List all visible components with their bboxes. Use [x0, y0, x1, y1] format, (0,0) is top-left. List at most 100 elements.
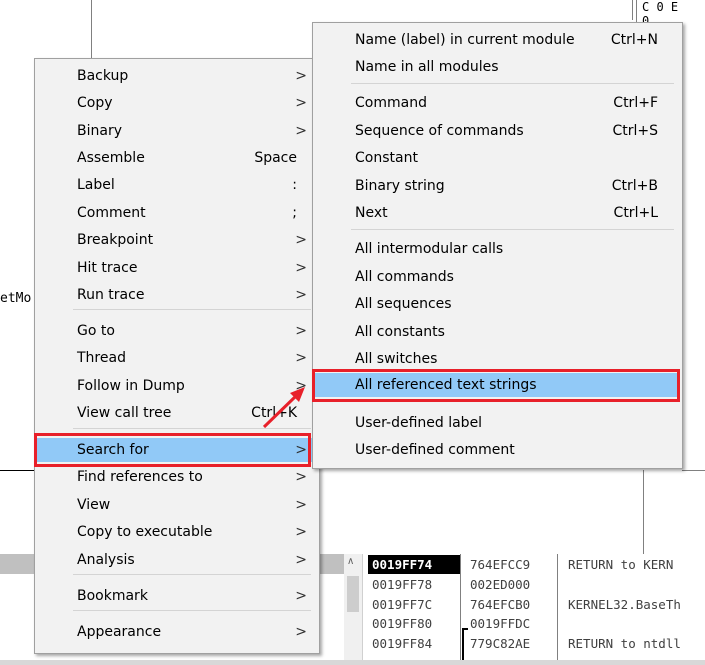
chevron-right-icon: >: [295, 95, 307, 111]
stack-row[interactable]: 0019FF78 002ED000: [368, 575, 568, 594]
bottom-border: [0, 660, 705, 665]
submenu-item-label: Binary string: [355, 178, 445, 194]
submenu-item-next[interactable]: Next Ctrl+L: [315, 201, 680, 225]
menu-item-label: Run trace: [77, 287, 145, 303]
menu-item-appearance[interactable]: Appearance >: [37, 620, 317, 644]
submenu-item-name-in-all-modules[interactable]: Name in all modules: [315, 55, 680, 79]
menu-item-label: Label: [77, 177, 115, 193]
submenu-item-all-constants[interactable]: All constants: [315, 320, 680, 344]
pane-divider-right: [632, 0, 633, 20]
menu-item-find-references-to[interactable]: Find references to >: [37, 465, 317, 489]
submenu-item-all-commands[interactable]: All commands: [315, 265, 680, 289]
menu-item-breakpoint[interactable]: Breakpoint >: [37, 228, 317, 252]
scroll-up-icon[interactable]: ∧: [347, 556, 354, 567]
menu-item-label: View: [77, 497, 111, 513]
context-menu: Backup > Copy > Binary > Assemble Space Label: Co…: [34, 58, 320, 654]
submenu-item-binary-string[interactable]: Binary string Ctrl+B: [315, 174, 680, 198]
menu-item-label: Go to: [77, 323, 115, 339]
annotation-box-search-for: [34, 433, 311, 467]
menu-item-label: Hit trace: [77, 260, 138, 276]
menu-item-hit-trace[interactable]: Hit trace >: [37, 256, 317, 280]
submenu-item-all-sequences[interactable]: All sequences: [315, 292, 680, 316]
chevron-right-icon: >: [295, 123, 307, 139]
annotation-box-referenced-strings: [312, 369, 680, 402]
stack-value: 779C82AE: [470, 636, 531, 652]
submenu-item-user-defined-label[interactable]: User-defined label: [315, 411, 680, 435]
chevron-right-icon: >: [295, 287, 307, 303]
menu-item-label[interactable]: Label:: [37, 173, 317, 197]
menu-item-comment[interactable]: Comment;: [37, 201, 317, 225]
stack-row[interactable]: 0019FF7C 764EFCB0 KERNEL32.BaseTh: [368, 595, 681, 614]
menu-item-run-trace[interactable]: Run trace >: [37, 283, 317, 307]
menu-item-follow-in-dump[interactable]: Follow in Dump >: [37, 374, 317, 398]
chevron-right-icon: >: [295, 68, 307, 84]
stack-comment: KERNEL32.BaseTh: [568, 596, 681, 612]
stack-address: 0019FF78: [372, 576, 433, 592]
menu-item-go-to[interactable]: Go to >: [37, 319, 317, 343]
menu-separator: [73, 309, 311, 310]
submenu-item-user-defined-comment[interactable]: User-defined comment: [315, 438, 680, 462]
submenu-item-label: All constants: [355, 324, 445, 340]
menu-item-analysis[interactable]: Analysis >: [37, 548, 317, 572]
menu-separator: [351, 229, 674, 230]
menu-item-shortcut: ;: [292, 205, 297, 221]
submenu-item-all-switches[interactable]: All switches: [315, 347, 680, 371]
menu-item-label: Thread: [77, 350, 126, 366]
submenu-item-sequence-of-commands[interactable]: Sequence of commands Ctrl+S: [315, 119, 680, 143]
stack-address: 0019FF7C: [372, 596, 433, 612]
stack-row[interactable]: 0019FF80 0019FFDC: [368, 614, 568, 633]
pane-border-horizontal-right: [682, 470, 705, 471]
menu-item-view-call-tree[interactable]: View call tree Ctrl+K: [37, 401, 317, 425]
menu-item-thread[interactable]: Thread >: [37, 346, 317, 370]
pane-divider-left: [91, 0, 92, 60]
stack-comment: RETURN to KERN: [568, 557, 674, 572]
menu-item-shortcut: :: [292, 177, 297, 193]
menu-item-backup[interactable]: Backup >: [37, 64, 317, 88]
chevron-right-icon: >: [295, 552, 307, 568]
menu-item-copy[interactable]: Copy >: [37, 91, 317, 115]
chevron-right-icon: >: [295, 624, 307, 640]
menu-separator: [73, 428, 311, 429]
menu-item-assemble[interactable]: Assemble Space: [37, 146, 317, 170]
stack-row[interactable]: 0019FF84 779C82AE RETURN to ntdll: [368, 634, 681, 653]
menu-item-shortcut: Ctrl+K: [251, 405, 297, 421]
submenu-item-command[interactable]: Command Ctrl+F: [315, 91, 680, 115]
menu-item-label: Copy: [77, 95, 113, 111]
submenu-item-constant[interactable]: Constant: [315, 146, 680, 170]
menu-item-label: View call tree: [77, 405, 172, 421]
submenu-item-shortcut: Ctrl+N: [610, 32, 658, 48]
menu-item-view[interactable]: View >: [37, 493, 317, 517]
pane-border-horizontal: [0, 470, 36, 471]
submenu-item-label: Name in all modules: [355, 59, 499, 75]
menu-item-label: Analysis: [77, 552, 135, 568]
stack-value: 0019FFDC: [470, 616, 531, 632]
chevron-right-icon: >: [295, 524, 307, 540]
stack-row[interactable]: 0019FF74 764EFCC9 RETURN to KERN: [368, 555, 673, 574]
scroll-thumb[interactable]: [347, 576, 359, 612]
register-fragment: C 0 E: [642, 0, 679, 14]
menu-item-label: Assemble: [77, 150, 145, 166]
pane-divider-right-lower: [643, 470, 644, 554]
chevron-right-icon: >: [295, 350, 307, 366]
menu-item-label: Comment: [77, 205, 146, 221]
chevron-right-icon: >: [295, 588, 307, 604]
menu-item-copy-to-executable[interactable]: Copy to executable >: [37, 520, 317, 544]
chevron-right-icon: >: [295, 378, 307, 394]
submenu-item-all-intermodular-calls[interactable]: All intermodular calls: [315, 237, 680, 261]
menu-item-label: Find references to: [77, 469, 203, 485]
chevron-right-icon: >: [295, 232, 307, 248]
submenu-item-label: All intermodular calls: [355, 241, 504, 257]
submenu-item-shortcut: Ctrl+L: [613, 205, 658, 221]
menu-item-binary[interactable]: Binary >: [37, 119, 317, 143]
stack-value: 764EFCB0: [470, 596, 531, 612]
submenu-item-shortcut: Ctrl+B: [611, 178, 658, 194]
disasm-fragment: etMo: [0, 291, 32, 306]
stack-bracket: [462, 628, 468, 660]
menu-item-bookmark[interactable]: Bookmark >: [37, 584, 317, 608]
menu-item-label: Breakpoint: [77, 232, 154, 248]
menu-item-label: Backup: [77, 68, 129, 84]
stack-address: 0019FF80: [372, 616, 433, 632]
stack-scrollbar[interactable]: ∧: [344, 554, 363, 665]
stack-value: 764EFCC9: [470, 557, 531, 572]
submenu-item-name-label-in-current-module[interactable]: Name (label) in current module Ctrl+N: [315, 28, 680, 52]
